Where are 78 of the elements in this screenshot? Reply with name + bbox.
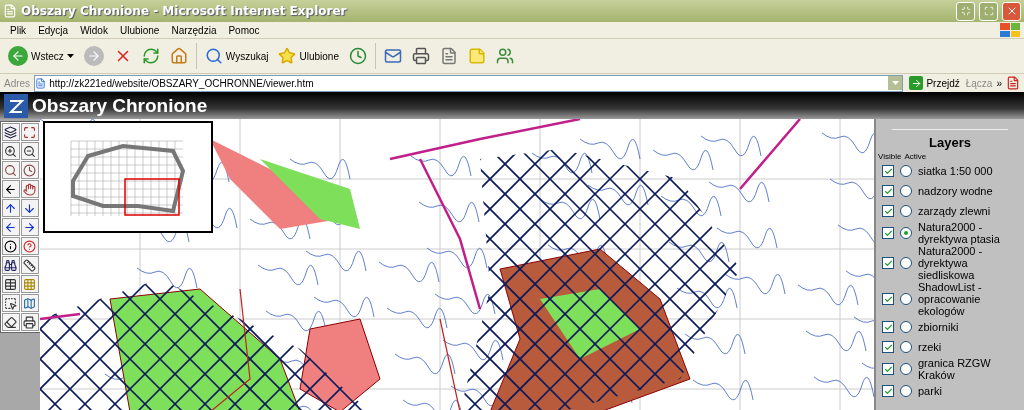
layer-name: granica RZGW Kraków xyxy=(918,357,992,381)
visible-header: Visible xyxy=(878,152,902,161)
layer-name: nadzory wodne xyxy=(918,185,994,197)
visible-checkbox[interactable] xyxy=(882,165,894,177)
address-field[interactable]: http://zk221ed/website/OBSZARY_OCHRONNE/viewer.htm xyxy=(34,74,904,92)
back-button[interactable]: Wstecz xyxy=(6,43,76,69)
table-icon[interactable] xyxy=(1,275,20,293)
layer-name: ShadowList - opracowanie ekologów xyxy=(918,281,983,317)
links-label: Łącza xyxy=(965,77,993,89)
layer-name: rzeki xyxy=(918,341,943,353)
menu-item[interactable]: Edycja xyxy=(32,24,75,36)
layers-title: Layers xyxy=(892,129,1008,150)
visible-checkbox[interactable] xyxy=(882,385,894,397)
more-links-button[interactable]: » xyxy=(996,77,1002,89)
star-icon xyxy=(278,47,297,65)
zoom-in-icon[interactable] xyxy=(1,142,20,160)
active-radio[interactable] xyxy=(900,321,912,333)
active-radio[interactable] xyxy=(900,205,912,217)
close-button[interactable] xyxy=(1002,1,1021,21)
dropdown-button[interactable] xyxy=(888,76,903,90)
layer-name: zbiorniki xyxy=(918,321,960,333)
layer-name: zarządy zlewni xyxy=(918,205,992,217)
full-extent-icon[interactable] xyxy=(20,123,39,141)
active-header: Active xyxy=(904,152,927,161)
favorites-button[interactable]: Ulubione xyxy=(276,43,341,69)
pdf-icon[interactable] xyxy=(1006,76,1020,90)
active-radio[interactable] xyxy=(900,363,912,375)
pan-left-icon[interactable] xyxy=(1,218,20,236)
eraser-icon[interactable] xyxy=(1,313,20,331)
layers-icon[interactable] xyxy=(1,123,20,141)
visible-checkbox[interactable] xyxy=(882,205,894,217)
visible-checkbox[interactable] xyxy=(882,257,894,269)
active-radio[interactable] xyxy=(900,257,912,269)
print-icon[interactable] xyxy=(20,313,39,331)
address-label: Adres xyxy=(4,77,31,89)
page-icon xyxy=(35,77,47,89)
active-radio[interactable] xyxy=(900,227,912,239)
logo-icon xyxy=(4,93,28,118)
select-icon[interactable] xyxy=(1,294,20,312)
pan-right-icon[interactable] xyxy=(20,218,39,236)
visible-checkbox[interactable] xyxy=(882,363,894,375)
caret-icon xyxy=(891,81,899,85)
menu-item[interactable]: Pomoc xyxy=(222,24,266,36)
binoculars-icon[interactable] xyxy=(1,256,20,274)
menu-item[interactable]: Widok xyxy=(74,24,114,36)
menu-item[interactable]: Ulubione xyxy=(113,24,166,36)
menu-item[interactable]: Plik xyxy=(4,24,33,36)
visible-checkbox[interactable] xyxy=(882,321,894,333)
info-icon[interactable] xyxy=(1,237,20,255)
pan-down-icon[interactable] xyxy=(20,199,39,217)
visible-checkbox[interactable] xyxy=(882,293,894,305)
restore-icon xyxy=(983,6,994,16)
active-radio[interactable] xyxy=(900,165,912,177)
browser-page-icon xyxy=(3,4,17,18)
layer-name: Natura2000 - dyrektywa siedliskowa xyxy=(918,245,984,281)
zoom-out-icon[interactable] xyxy=(20,142,39,160)
pan-hand-icon[interactable] xyxy=(20,180,39,198)
app-title: Obszary Chronione xyxy=(32,94,208,117)
layer-name: Natura2000 - dyrektywa ptasia xyxy=(918,221,1001,245)
search-button[interactable]: Wyszukaj xyxy=(202,43,271,69)
caret-icon xyxy=(66,54,74,58)
layer-name: siatka 1:50 000 xyxy=(918,165,994,177)
pan-up-icon[interactable] xyxy=(1,199,20,217)
menu-item[interactable]: Narzędzia xyxy=(165,24,223,36)
active-radio[interactable] xyxy=(900,341,912,353)
windows-flag-icon xyxy=(1000,23,1020,37)
measure-icon[interactable] xyxy=(20,256,39,274)
active-radio[interactable] xyxy=(900,293,912,305)
minimize-icon xyxy=(960,6,971,16)
visible-checkbox[interactable] xyxy=(882,341,894,353)
query-icon[interactable] xyxy=(20,237,39,255)
active-radio[interactable] xyxy=(900,185,912,197)
window-title: Obszary Chronione - Microsoft Internet Explorer xyxy=(21,4,348,18)
search-icon xyxy=(204,47,223,65)
visible-checkbox[interactable] xyxy=(882,185,894,197)
active-radio[interactable] xyxy=(900,385,912,397)
layer-name: parki xyxy=(918,385,943,397)
visible-checkbox[interactable] xyxy=(882,227,894,239)
